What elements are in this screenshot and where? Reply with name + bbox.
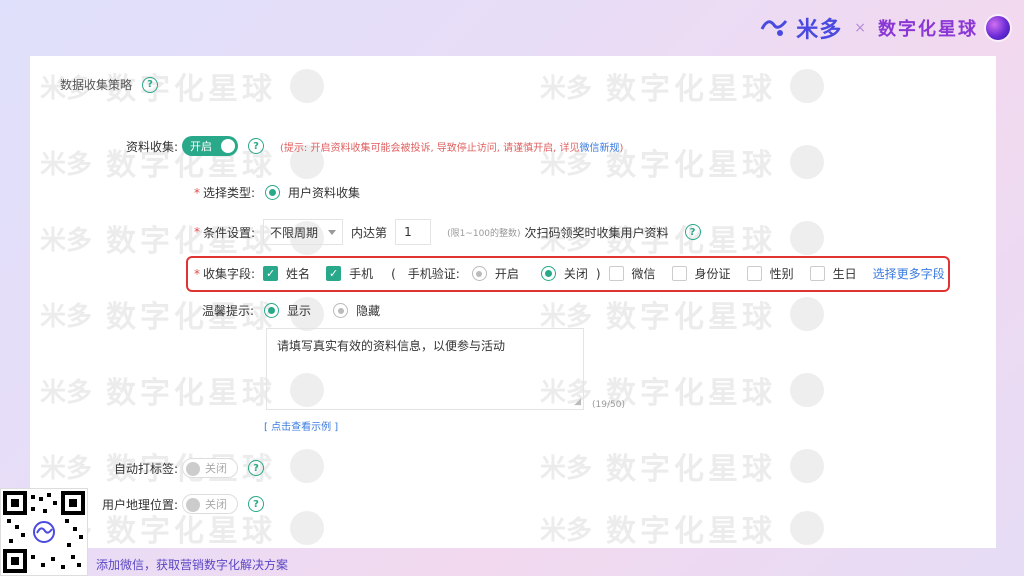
qr-code-icon [3,491,85,573]
brand-logo-text: 米多 [796,18,843,43]
midoo-logo-icon [760,20,788,36]
wechat-rule-link[interactable]: 微信新规 [580,143,620,154]
geo-label: 用户地理位置: [101,497,178,512]
help-icon[interactable]: ? [248,460,264,476]
type-option-label: 用户资料收集 [288,186,361,200]
verify-on-label: 开启 [494,267,519,281]
resize-grip-icon[interactable]: ◢ [574,397,581,407]
period-select[interactable]: 不限周期 [263,219,344,245]
auto-tag-row: 自动打标签: 关闭 ? [100,458,264,478]
more-fields-link[interactable]: 选择更多字段 [873,265,945,282]
watermark: 米多数字化星球 [540,64,825,108]
auto-tag-toggle[interactable]: 关闭 [182,458,238,478]
field-idcard-checkbox[interactable] [671,266,687,281]
field-birthday-checkbox[interactable] [809,266,825,281]
type-radio[interactable] [265,185,281,200]
section-title-text: 数据收集策略 [60,78,133,92]
field-birthday-label: 生日 [832,267,857,281]
resource-collect-label: 资料收集: [125,139,178,154]
help-icon[interactable]: ? [684,224,701,240]
watermark: 米多数字化星球 [540,444,825,488]
phone-verify-label: 手机验证: [407,267,460,281]
brand-header: 米多 × 数字化星球 [760,10,1010,46]
times-input[interactable]: 1 [395,219,432,245]
example-link[interactable]: [ 点击查看示例 ] [264,418,338,433]
auto-tag-label: 自动打标签: [113,461,178,476]
verify-on-radio[interactable] [471,266,487,281]
condition-suffix: 次扫码领奖时收集用户资料 [524,225,669,240]
field-name-label: 姓名 [286,267,311,281]
geo-toggle[interactable]: 关闭 [182,494,238,514]
planet-icon [986,16,1010,40]
verify-off-label: 关闭 [563,267,588,281]
tips-show-label: 显示 [287,304,312,318]
watermark: 米多数字化星球 [540,506,825,548]
field-wechat-label: 微信 [631,267,656,281]
times-hint: (限1~100的整数) [447,228,521,239]
resource-collect-toggle[interactable]: 开启 [182,136,238,156]
condition-label: 条件设置: [203,225,256,240]
close-paren: ) [595,266,601,281]
tips-label: 温馨提示: [202,304,255,318]
footer-text: 添加微信，获取营销数字化解决方案 [96,558,289,572]
open-paren: ( [391,266,396,281]
resource-collect-notice: (提示: 开启资料收集可能会被投诉, 导致停止访问, 请谨慎开启, 详见微信新规… [280,142,624,154]
tips-counter: (19/50) [592,400,625,410]
chevron-down-icon [328,229,337,235]
fields-label: 收集字段: [203,267,256,281]
verify-off-radio[interactable] [540,266,556,281]
qr-code [0,488,88,576]
tips-row: 温馨提示: 显示 隐藏 [202,302,380,319]
tips-show-radio[interactable] [264,303,280,318]
help-icon[interactable]: ? [142,76,159,93]
field-gender-checkbox[interactable] [746,266,762,281]
brand-title: 数字化星球 [878,19,978,40]
select-type-row: * 选择类型: 用户资料收集 [194,185,361,200]
field-phone-label: 手机 [349,267,374,281]
tips-hide-radio[interactable] [333,303,349,318]
section-title: 数据收集策略 ? [60,76,159,93]
field-gender-label: 性别 [769,267,794,281]
help-icon[interactable]: ? [248,496,264,512]
tips-textarea[interactable]: 请填写真实有效的资料信息，以便参与活动 ◢ [266,328,584,410]
field-wechat-checkbox[interactable] [608,266,624,281]
help-icon[interactable]: ? [248,138,264,154]
resource-collect-row: 资料收集: 开启 ? (提示: 开启资料收集可能会被投诉, 导致停止访问, 请谨… [114,136,623,156]
tips-hide-label: 隐藏 [356,304,381,318]
condition-row: * 条件设置: 不限周期 内达第 1 (限1~100的整数) 次扫码领奖时收集用… [194,219,701,245]
fields-row: * 收集字段: ✓ 姓名 ✓ 手机 ( 手机验证: 开启 关闭 ) 微信 身份证… [194,265,945,282]
select-type-label: 选择类型: [203,186,256,200]
field-phone-checkbox[interactable]: ✓ [326,266,342,281]
within-label: 内达第 [351,225,388,240]
brand-separator: × [854,20,866,36]
geo-row: 用户地理位置: 关闭 ? [88,494,264,514]
field-idcard-label: 身份证 [694,267,731,281]
field-name-checkbox[interactable]: ✓ [263,266,279,281]
settings-panel: 米多 数字化星球 米多 数字化星球 米多 数字化星球 米多 数字化星球 米多 数字化星球 … [30,56,996,548]
